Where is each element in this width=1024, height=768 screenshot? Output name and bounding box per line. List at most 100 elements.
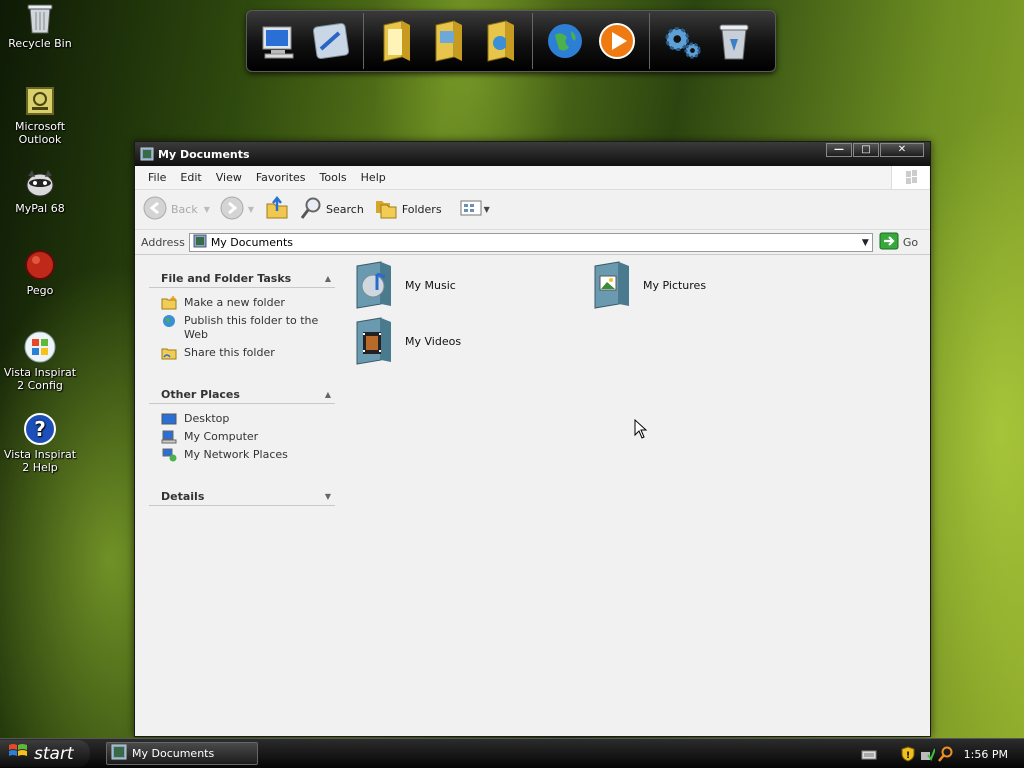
- forward-arrow-icon: [220, 196, 244, 223]
- folder-my-music[interactable]: My Music: [353, 260, 553, 310]
- publish-folder-web-link[interactable]: Publish this folder to the Web: [149, 312, 335, 344]
- folders-label: Folders: [401, 203, 442, 216]
- folder-name: My Videos: [405, 334, 462, 348]
- recycle-bin-icon[interactable]: [714, 19, 754, 63]
- desktop-icon-outlook[interactable]: Microsoft Outlook: [2, 85, 78, 146]
- back-button[interactable]: Back ▼: [143, 196, 210, 223]
- dock-separator: [363, 13, 364, 69]
- collapse-icon[interactable]: ▲: [325, 390, 331, 399]
- search-icon: [300, 196, 322, 223]
- folder-my-videos[interactable]: My Videos: [353, 316, 553, 366]
- recycle-bin-icon: [24, 2, 56, 34]
- chevron-down-icon: ▼: [203, 205, 210, 214]
- file-folder-tasks-header[interactable]: File and Folder Tasks ▲: [149, 270, 335, 288]
- make-new-folder-link[interactable]: Make a new folder: [149, 294, 335, 312]
- other-places-panel: Other Places ▲ Desktop My Computer My Ne…: [149, 386, 335, 464]
- title-bar[interactable]: My Documents — □ ✕: [135, 142, 930, 166]
- details-panel: Details ▼: [149, 488, 335, 506]
- taskbar-item-my-documents[interactable]: My Documents: [106, 742, 258, 765]
- address-field[interactable]: My Documents ▼: [188, 232, 873, 252]
- toolbar: Back ▼ ▼ Search Folders ▼: [135, 190, 930, 230]
- share-folder-link[interactable]: Share this folder: [149, 344, 335, 362]
- details-header[interactable]: Details ▼: [149, 488, 335, 506]
- desktop-icon-pego[interactable]: Pego: [2, 249, 78, 297]
- chevron-down-icon[interactable]: ▼: [862, 238, 869, 248]
- search-tray-icon[interactable]: [937, 746, 954, 762]
- dock: [246, 10, 776, 72]
- desktop-icon-recycle-bin[interactable]: Recycle Bin: [2, 2, 78, 50]
- desktop-link[interactable]: Desktop: [149, 410, 335, 428]
- explorer-window: My Documents — □ ✕ File Edit View Favori…: [134, 141, 931, 737]
- desktop-icon-label: MyPal 68: [15, 202, 65, 215]
- address-label: Address: [141, 235, 185, 249]
- chevron-down-icon: ▼: [247, 205, 255, 214]
- start-button[interactable]: start: [0, 740, 90, 767]
- documents-folder-icon[interactable]: [376, 19, 416, 63]
- close-button[interactable]: ✕: [880, 143, 924, 157]
- minimize-button[interactable]: —: [826, 143, 852, 157]
- window-body: File and Folder Tasks ▲ Make a new folde…: [135, 256, 930, 736]
- menu-help[interactable]: Help: [354, 171, 393, 184]
- search-button[interactable]: Search: [300, 196, 364, 223]
- documents-small-icon: [193, 234, 207, 251]
- folders-button[interactable]: Folders: [374, 196, 442, 223]
- help-icon: ?: [24, 413, 56, 445]
- go-label: Go: [902, 235, 919, 249]
- network-folder-icon[interactable]: [480, 19, 520, 63]
- maximize-button[interactable]: □: [853, 143, 879, 157]
- keyboard-icon[interactable]: [861, 746, 877, 762]
- network-icon: [161, 448, 177, 462]
- desktop-icon-label: Microsoft Outlook: [14, 120, 66, 146]
- mouse-cursor-icon: [634, 418, 648, 442]
- collapse-icon[interactable]: ▲: [325, 274, 331, 283]
- documents-small-icon: [111, 744, 127, 763]
- pictures-folder-icon: [591, 260, 639, 310]
- pictures-folder-icon[interactable]: [428, 19, 468, 63]
- views-button[interactable]: ▼: [460, 199, 490, 220]
- control-panel-icon[interactable]: [311, 19, 351, 63]
- menu-view[interactable]: View: [209, 171, 249, 184]
- address-value: My Documents: [210, 235, 294, 249]
- folder-my-pictures[interactable]: My Pictures: [591, 260, 791, 310]
- start-label: start: [34, 743, 74, 764]
- globe-icon[interactable]: [545, 19, 585, 63]
- menu-tools[interactable]: Tools: [313, 171, 354, 184]
- my-computer-link[interactable]: My Computer: [149, 428, 335, 446]
- expand-icon[interactable]: ▼: [325, 492, 331, 501]
- pego-icon: [24, 249, 56, 281]
- menu-file[interactable]: File: [141, 171, 173, 184]
- menu-edit[interactable]: Edit: [173, 171, 208, 184]
- my-network-places-link[interactable]: My Network Places: [149, 446, 335, 464]
- computer-icon: [161, 430, 177, 444]
- settings-gears-icon[interactable]: [662, 19, 702, 63]
- desktop-icon-vista-help[interactable]: ? Vista Inspirat 2 Help: [2, 413, 78, 474]
- media-player-icon[interactable]: [597, 19, 637, 63]
- security-shield-icon[interactable]: !: [900, 746, 916, 762]
- back-arrow-icon: [143, 196, 167, 223]
- other-places-header[interactable]: Other Places ▲: [149, 386, 335, 404]
- desktop-icon-vista-config[interactable]: Vista Inspirat 2 Config: [2, 331, 78, 392]
- go-arrow-icon: [879, 232, 899, 253]
- folder-name: My Pictures: [643, 278, 707, 292]
- up-folder-icon: [264, 195, 290, 224]
- desktop-icon-label: Vista Inspirat 2 Config: [3, 366, 77, 392]
- folder-name: My Music: [405, 278, 456, 292]
- dock-separator: [649, 13, 650, 69]
- go-button[interactable]: Go: [879, 232, 918, 253]
- windows-logo-icon: [8, 742, 28, 765]
- forward-button[interactable]: ▼: [220, 196, 254, 223]
- desktop-icon-mypal[interactable]: MyPal 68: [2, 167, 78, 215]
- desktop-icon-label: Recycle Bin: [8, 37, 72, 50]
- safely-remove-icon[interactable]: [919, 746, 936, 762]
- taskbar-item-label: My Documents: [132, 747, 215, 760]
- views-icon: [460, 199, 482, 220]
- my-computer-icon[interactable]: [259, 19, 299, 63]
- search-label: Search: [326, 203, 364, 216]
- task-pane: File and Folder Tasks ▲ Make a new folde…: [149, 270, 335, 530]
- window-title: My Documents: [158, 147, 250, 161]
- clock[interactable]: 1:56 PM: [964, 748, 1008, 761]
- up-folder-button[interactable]: [264, 195, 290, 224]
- chevron-down-icon: ▼: [483, 205, 490, 214]
- menu-favorites[interactable]: Favorites: [249, 171, 313, 184]
- address-bar: Address My Documents ▼ Go: [135, 230, 930, 255]
